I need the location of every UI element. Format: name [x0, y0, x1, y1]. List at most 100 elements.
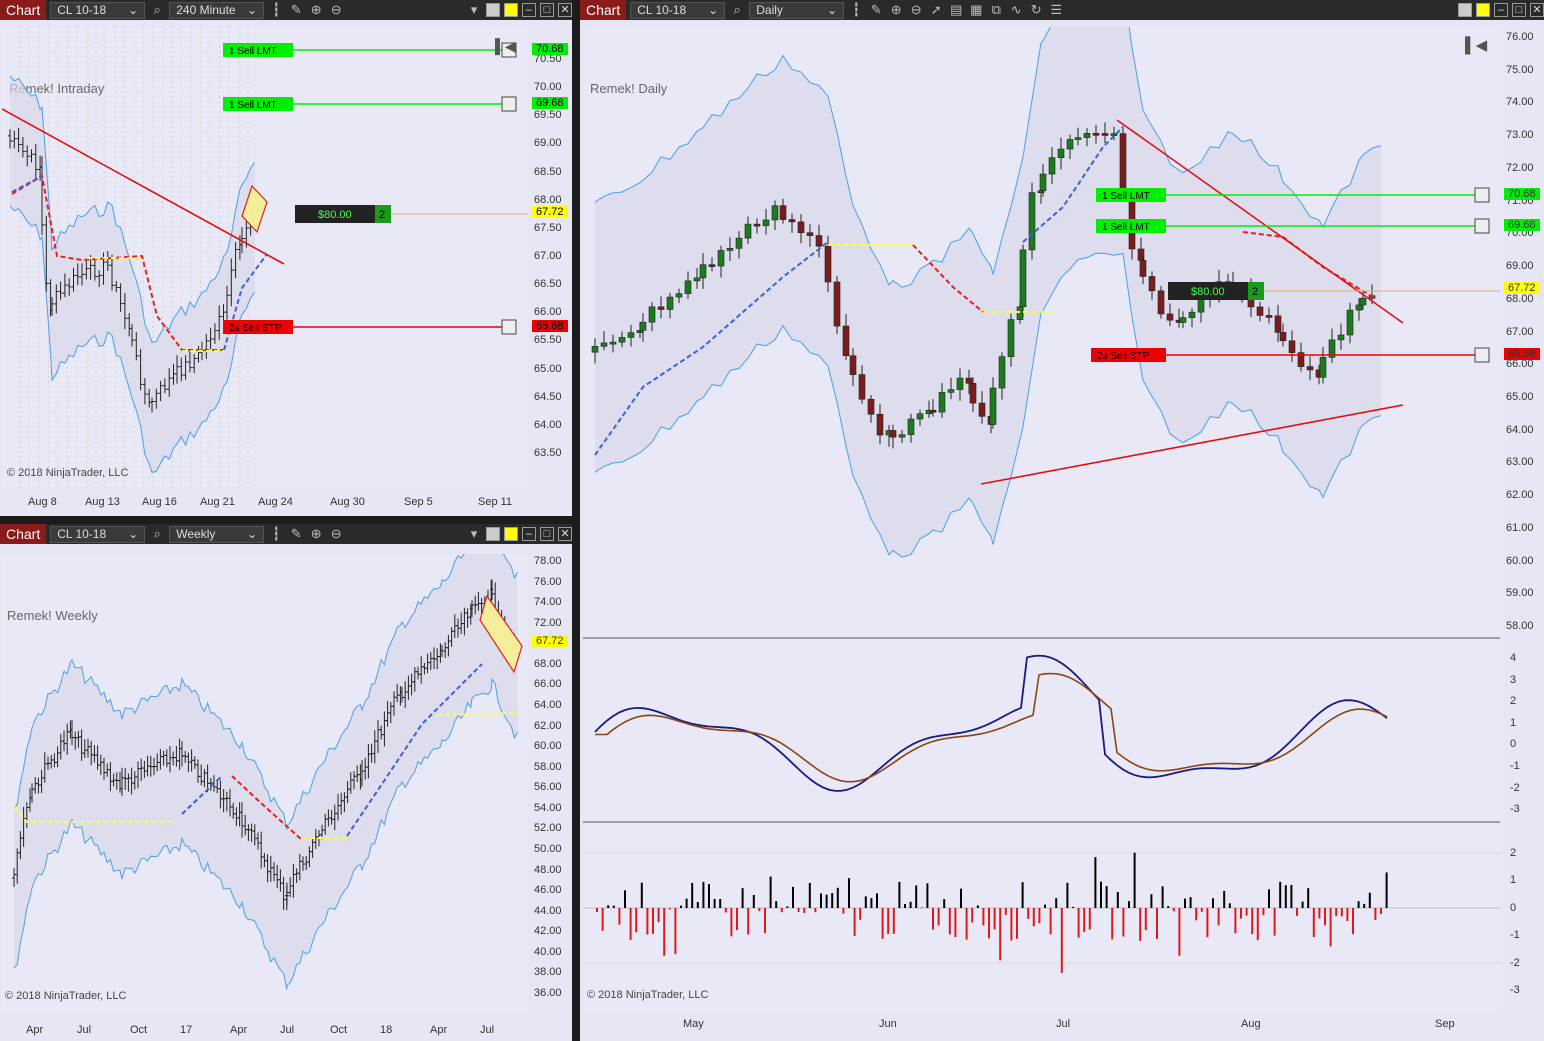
search-icon[interactable]: ⌕ — [149, 2, 165, 18]
zoom-in-icon[interactable]: ⊕ — [308, 2, 324, 18]
interval-selector[interactable]: Weekly ⌄ — [169, 525, 265, 543]
yellow-link-icon[interactable] — [504, 527, 518, 541]
close-icon[interactable]: ✕ — [1530, 3, 1544, 17]
search-icon[interactable]: ⌕ — [149, 526, 165, 542]
candle-body — [916, 413, 924, 420]
daily-time-axis: May Jun Jul Aug Sep — [583, 1012, 1500, 1041]
instrument-selector[interactable]: CL 10-18 ⌄ — [630, 1, 726, 19]
bar-style-icon[interactable]: ┇ — [848, 2, 864, 18]
intraday-plot-area[interactable]: Remek! Intraday © 2018 NinjaTrader, LLC … — [2, 26, 528, 488]
order-tag: 1 Sell LMT — [223, 43, 293, 57]
maximize-icon[interactable]: □ — [540, 3, 554, 17]
yellow-link-icon[interactable] — [1476, 3, 1490, 17]
zoom-out-icon[interactable]: ⊖ — [908, 2, 924, 18]
chart-tab[interactable]: Chart — [0, 524, 47, 544]
price-tick-label: 54.00 — [534, 801, 562, 814]
dropdown-arrow-icon[interactable]: ▾ — [466, 2, 482, 18]
zoom-in-icon[interactable]: ⊕ — [888, 2, 904, 18]
zoom-out-icon[interactable]: ⊖ — [328, 526, 344, 542]
reload-icon[interactable]: ↻ — [1028, 2, 1044, 18]
bar-style-icon[interactable]: ┇ — [268, 526, 284, 542]
price-tick-label: 60.00 — [534, 740, 562, 753]
zoom-out-icon[interactable]: ⊖ — [328, 2, 344, 18]
close-icon[interactable]: ✕ — [558, 3, 572, 17]
candle-body — [1157, 290, 1165, 315]
chevron-down-icon: ⌄ — [827, 2, 838, 17]
search-icon[interactable]: ⌕ — [729, 2, 745, 18]
interval-selector[interactable]: 240 Minute ⌄ — [169, 1, 265, 19]
chevron-down-icon: ⌄ — [708, 2, 719, 17]
interval-selector[interactable]: Daily ⌄ — [749, 1, 845, 19]
close-icon[interactable]: ✕ — [558, 527, 572, 541]
minimize-icon[interactable]: – — [522, 3, 536, 17]
price-tick-label: 74.00 — [534, 596, 562, 609]
dropdown-arrow-icon[interactable]: ▾ — [466, 526, 482, 542]
price-flag: 67.72 — [532, 206, 568, 218]
time-tick-label: Aug 21 — [200, 496, 235, 508]
grey-link-icon[interactable] — [486, 527, 500, 541]
candle-body — [1007, 319, 1015, 357]
zoom-in-icon[interactable]: ⊕ — [308, 526, 324, 542]
price-tick-label: 63.00 — [1506, 456, 1534, 469]
candle-body — [1019, 249, 1027, 308]
chart-tab[interactable]: Chart — [580, 0, 627, 20]
chevron-down-icon: ⌄ — [128, 526, 139, 541]
price-tick-label: 68.50 — [534, 165, 562, 178]
grey-link-icon[interactable] — [486, 3, 500, 17]
weekly-price-axis: 78.0076.0074.0072.0070.0068.0066.0064.00… — [530, 554, 572, 1010]
price-tick-label: 64.50 — [534, 390, 562, 403]
order-tag: 2s Sell STP — [1091, 348, 1166, 362]
draw-pencil-icon[interactable]: ✎ — [868, 2, 884, 18]
candle-body — [1355, 304, 1363, 311]
drawing-tools-icon[interactable]: ∿ — [1008, 2, 1024, 18]
properties-list-icon[interactable]: ☰ — [1048, 2, 1064, 18]
candle-body — [1148, 276, 1156, 292]
maximize-icon[interactable]: □ — [540, 527, 554, 541]
candle-body — [779, 205, 787, 220]
maximize-icon[interactable]: □ — [1512, 3, 1526, 17]
price-flag: 70.68 — [532, 43, 568, 55]
candle-body — [956, 377, 964, 390]
time-tick-label: May — [683, 1018, 704, 1030]
pointer-icon[interactable]: ➚ — [928, 2, 944, 18]
candle-body — [648, 306, 656, 323]
price-tick-label: 70.00 — [534, 81, 562, 94]
bar-style-icon[interactable]: ┇ — [268, 2, 284, 18]
weekly-time-axis: Apr Jul Oct 17 Apr Jul Oct 18 Apr Jul — [2, 1018, 528, 1041]
candle-body — [753, 223, 761, 227]
data-box-icon[interactable]: ▤ — [948, 2, 964, 18]
minimize-icon[interactable]: – — [522, 527, 536, 541]
candle-body — [842, 325, 850, 357]
candle-body — [898, 434, 906, 438]
time-tick-label: Aug 13 — [85, 496, 120, 508]
weekly-plot-area[interactable]: Remek! Weekly © 2018 NinjaTrader, LLC — [2, 554, 528, 1010]
candle-body — [1346, 309, 1354, 336]
grey-link-icon[interactable] — [1458, 3, 1472, 17]
intraday-time-axis: Aug 8 Aug 13 Aug 16 Aug 21 Aug 24 Aug 30 Sep 5… — [2, 490, 528, 516]
time-tick-label: Oct — [130, 1024, 148, 1036]
order-label-text: 1 Sell LMT — [1102, 191, 1150, 202]
price-flag: 65.68 — [1504, 348, 1540, 360]
oscillator-tick-label: 4 — [1510, 652, 1517, 664]
strategies-icon[interactable]: ⧉ — [988, 2, 1004, 18]
daily-plot-area[interactable]: Remek! Daily © 2018 NinjaTrader, LLC 1 S… — [583, 27, 1500, 1010]
instrument-value: CL 10-18 — [57, 526, 107, 541]
price-tick-label: 62.00 — [1506, 489, 1534, 502]
instrument-selector[interactable]: CL 10-18 ⌄ — [50, 1, 146, 19]
candle-body — [609, 341, 617, 345]
minimize-icon[interactable]: – — [1494, 3, 1508, 17]
intraday-toolbar: Chart CL 10-18 ⌄ ⌕ 240 Minute ⌄ ┇ ✎ ⊕ ⊖ ▾ … — [0, 0, 572, 20]
chart-tab[interactable]: Chart — [0, 0, 47, 20]
daily-chart-window: Chart CL 10-18 ⌄ ⌕ Daily ⌄ ┇ ✎ ⊕ ⊖ ➚ ▤ ▦ ⧉… — [580, 0, 1544, 1041]
instrument-selector[interactable]: CL 10-18 ⌄ — [50, 525, 146, 543]
candle-body — [788, 219, 796, 223]
scroll-to-end-icon[interactable]: ▌◀ — [1465, 36, 1487, 54]
time-tick-label: Aug 24 — [258, 496, 293, 508]
yellow-link-icon[interactable] — [504, 3, 518, 17]
candle-body — [717, 250, 725, 267]
scroll-to-end-icon[interactable]: ▌◀ — [495, 38, 516, 55]
indicators-icon[interactable]: ▦ — [968, 2, 984, 18]
draw-pencil-icon[interactable]: ✎ — [288, 526, 304, 542]
draw-pencil-icon[interactable]: ✎ — [288, 2, 304, 18]
candle-body — [1306, 366, 1314, 371]
